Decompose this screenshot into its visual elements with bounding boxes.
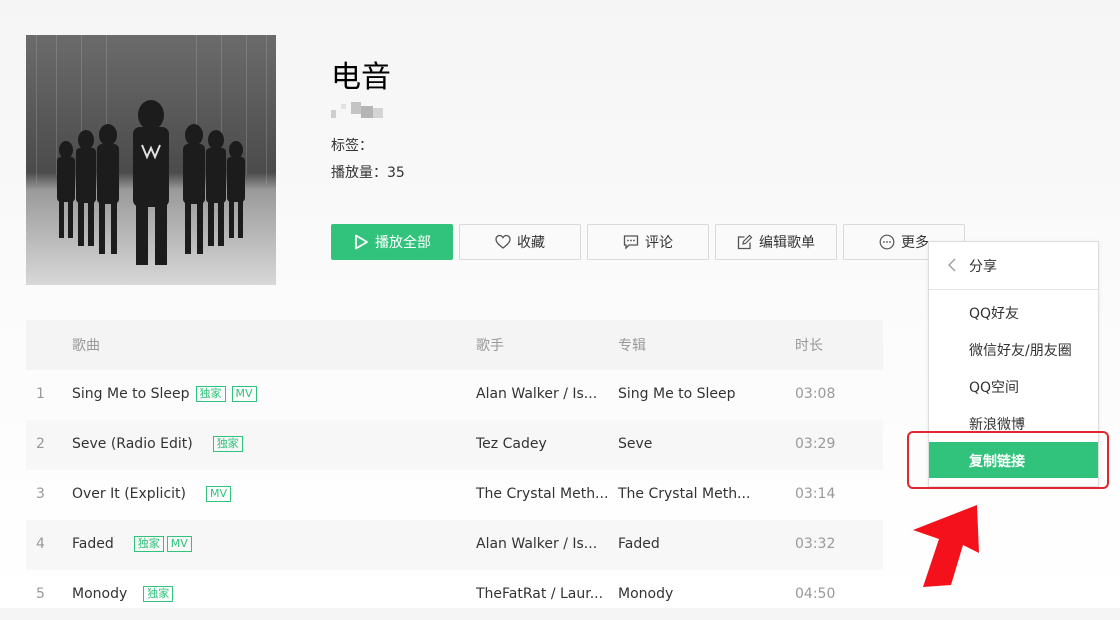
song-table-header: [26, 320, 883, 370]
header-duration: 时长: [795, 338, 823, 354]
playlist-cover-image: [26, 35, 276, 285]
song-title[interactable]: Monody 独家: [72, 586, 174, 602]
singer-name[interactable]: The Crystal Meth...: [476, 486, 608, 502]
singer-name[interactable]: Alan Walker / Is...: [476, 386, 597, 402]
play-count-value: 35: [387, 165, 405, 181]
header-song: 歌曲: [72, 338, 100, 354]
row-index: 2: [36, 436, 45, 452]
mv-badge[interactable]: MV: [231, 386, 257, 402]
table-row[interactable]: 3 Over It (Explicit) MV The Crystal Meth.…: [26, 470, 883, 520]
song-name[interactable]: Faded: [72, 536, 114, 552]
annotation-arrow-icon: [913, 505, 979, 587]
duration: 03:29: [795, 436, 836, 452]
album-name[interactable]: The Crystal Meth...: [618, 486, 750, 502]
heart-icon: [495, 234, 511, 249]
album-name[interactable]: Monody: [618, 586, 673, 602]
duration: 04:50: [795, 586, 836, 602]
play-count: 播放量：35: [331, 162, 405, 182]
favorite-button[interactable]: 收藏: [459, 224, 581, 260]
comment-button[interactable]: 评论: [587, 224, 709, 260]
share-qzone[interactable]: QQ空间: [969, 377, 1019, 397]
share-menu-title: 分享: [969, 259, 997, 275]
duration: 03:08: [795, 386, 836, 402]
song-name[interactable]: Monody: [72, 586, 127, 602]
row-index: 5: [36, 586, 45, 602]
row-index: 3: [36, 486, 45, 502]
singer-name[interactable]: TheFatRat / Laur...: [476, 586, 603, 602]
share-qq-friend[interactable]: QQ好友: [969, 303, 1019, 323]
exclusive-badge: 独家: [195, 386, 226, 402]
exclusive-badge: 独家: [143, 586, 174, 602]
row-index: 1: [36, 386, 45, 402]
exclusive-badge: 独家: [133, 536, 164, 552]
exclusive-badge: 独家: [212, 436, 243, 452]
comment-label: 评论: [645, 235, 673, 251]
favorite-label: 收藏: [517, 235, 545, 251]
table-row[interactable]: 5 Monody 独家 TheFatRat / Laur... Monody 04…: [26, 570, 883, 620]
creator-avatar-blurred: [331, 100, 391, 122]
more-label: 更多: [901, 235, 929, 251]
play-icon: [355, 234, 368, 250]
header-album: 专辑: [618, 338, 646, 354]
comment-icon: [623, 235, 639, 250]
album-name[interactable]: Sing Me to Sleep: [618, 386, 736, 402]
mv-badge[interactable]: MV: [206, 486, 232, 502]
row-index: 4: [36, 536, 45, 552]
play-all-button[interactable]: 播放全部: [331, 224, 453, 260]
song-title[interactable]: Sing Me to Sleep 独家 MV: [72, 386, 257, 402]
header-singer: 歌手: [476, 338, 504, 354]
tags-label: 标签：: [331, 138, 373, 154]
playlist-title: 电音: [331, 60, 391, 95]
edit-playlist-button[interactable]: 编辑歌单: [715, 224, 837, 260]
share-wechat[interactable]: 微信好友/朋友圈: [969, 340, 1072, 360]
song-name[interactable]: Sing Me to Sleep: [72, 386, 190, 402]
duration: 03:14: [795, 486, 836, 502]
play-count-label: 播放量：: [331, 165, 387, 181]
singer-name[interactable]: Alan Walker / Is...: [476, 536, 597, 552]
album-name[interactable]: Faded: [618, 536, 660, 552]
play-all-label: 播放全部: [375, 235, 431, 251]
mv-badge[interactable]: MV: [166, 536, 192, 552]
table-row[interactable]: 4 Faded 独家 MV Alan Walker / Is... Faded 03…: [26, 520, 883, 570]
duration: 03:32: [795, 536, 836, 552]
annotation-highlight-box: [907, 431, 1109, 489]
song-name[interactable]: Seve (Radio Edit): [72, 436, 193, 452]
table-row[interactable]: 1 Sing Me to Sleep 独家 MV Alan Walker / Is.…: [26, 370, 883, 420]
share-menu-header[interactable]: 分享: [929, 242, 1098, 290]
more-icon: [879, 234, 895, 250]
table-row[interactable]: 2 Seve (Radio Edit) 独家 Tez Cadey Seve 03:…: [26, 420, 883, 470]
song-name[interactable]: Over It (Explicit): [72, 486, 186, 502]
chevron-left-icon[interactable]: [947, 258, 957, 272]
song-title[interactable]: Seve (Radio Edit) 独家: [72, 436, 243, 452]
song-title[interactable]: Faded 独家 MV: [72, 536, 192, 552]
song-title[interactable]: Over It (Explicit) MV: [72, 486, 232, 502]
edit-icon: [737, 234, 753, 250]
album-name[interactable]: Seve: [618, 436, 652, 452]
edit-playlist-label: 编辑歌单: [759, 235, 815, 251]
singer-name[interactable]: Tez Cadey: [476, 436, 547, 452]
